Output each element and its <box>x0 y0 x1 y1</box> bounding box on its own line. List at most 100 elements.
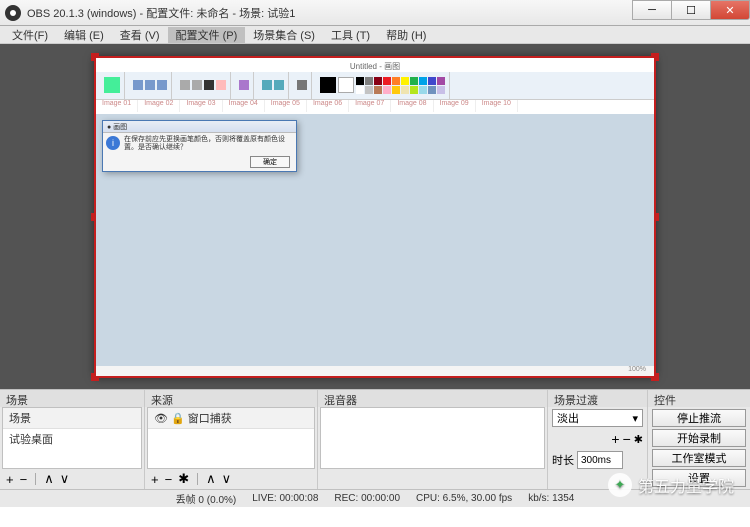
scenes-list[interactable]: 场景 试验桌面 <box>2 407 142 469</box>
scenes-footer: + − ∧ ∨ <box>0 469 144 489</box>
color2-icon <box>338 77 354 93</box>
list-item[interactable]: 试验桌面 <box>3 429 141 449</box>
sources-panel: 来源 👁 🔒 窗口捕获 + − ✱ ∧ ∨ <box>145 390 318 489</box>
sources-header: 来源 <box>145 390 317 407</box>
menu-help[interactable]: 帮助 (H) <box>378 27 434 43</box>
title-bar: OBS 20.1.3 (windows) - 配置文件: 未命名 - 场景: 试… <box>0 0 750 26</box>
status-kbps: kb/s: 1354 <box>528 493 574 504</box>
mixer-body[interactable] <box>320 407 545 469</box>
crop-icon <box>145 80 155 90</box>
stop-stream-button[interactable]: 停止推流 <box>652 409 746 427</box>
add-source-button[interactable]: + <box>151 472 159 487</box>
color-swatch <box>383 86 391 94</box>
scene-down-button[interactable]: ∨ <box>60 471 70 487</box>
color-swatch <box>383 77 391 85</box>
scene-up-button[interactable]: ∧ <box>44 471 54 487</box>
window-title: OBS 20.1.3 (windows) - 配置文件: 未命名 - 场景: 试… <box>27 5 295 21</box>
transitions-header: 场景过渡 <box>548 390 647 407</box>
dialog-text: 在保存前应先更换画笔颜色，否则将覆盖原有颜色设置。是否确认继续？ <box>124 136 293 153</box>
duration-input[interactable]: 300ms <box>577 451 623 469</box>
visibility-icon[interactable]: 👁 <box>154 412 168 425</box>
menu-view[interactable]: 查看 (V) <box>112 27 168 43</box>
duration-label: 时长 <box>552 452 574 468</box>
controls-header: 控件 <box>648 390 750 407</box>
status-dropped: 丢帧 0 (0.0%) <box>176 491 237 506</box>
transition-settings-button[interactable]: ✱ <box>634 433 643 446</box>
transition-value: 淡出 <box>557 410 579 426</box>
color-swatch <box>392 77 400 85</box>
menu-bar: 文件(F) 编辑 (E) 查看 (V) 配置文件 (P) 场景集合 (S) 工具… <box>0 26 750 44</box>
scenes-panel: 场景 场景 试验桌面 + − ∧ ∨ <box>0 390 145 489</box>
source-label: 窗口捕获 <box>188 413 232 425</box>
separator <box>35 473 36 485</box>
eraser-icon <box>216 80 226 90</box>
menu-scene-collection[interactable]: 场景集合 (S) <box>245 27 323 43</box>
select-icon <box>133 80 143 90</box>
color-palette <box>356 77 445 94</box>
color-swatch <box>374 86 382 94</box>
color-swatch <box>437 77 445 85</box>
list-item[interactable]: 场景 <box>3 408 141 429</box>
captured-canvas: ● 画图 i 在保存前应先更换画笔颜色，否则将覆盖原有颜色设置。是否确认继续？ … <box>96 114 654 366</box>
remove-transition-button[interactable]: − <box>623 431 631 447</box>
color-swatch <box>410 86 418 94</box>
studio-mode-button[interactable]: 工作室模式 <box>652 449 746 467</box>
wechat-icon: ✦ <box>608 473 632 497</box>
outline-icon <box>274 80 284 90</box>
source-down-button[interactable]: ∨ <box>222 471 232 487</box>
list-item[interactable]: 👁 🔒 窗口捕获 <box>148 408 314 429</box>
color-swatch <box>419 77 427 85</box>
mixer-header: 混音器 <box>318 390 547 407</box>
chevron-down-icon: ▾ <box>632 412 638 425</box>
color1-icon <box>320 77 336 93</box>
menu-edit[interactable]: 编辑 (E) <box>56 27 112 43</box>
lock-icon[interactable]: 🔒 <box>171 413 185 425</box>
remove-source-button[interactable]: − <box>165 472 173 487</box>
add-transition-button[interactable]: + <box>611 431 619 447</box>
fill-icon <box>192 80 202 90</box>
source-settings-button[interactable]: ✱ <box>178 471 189 487</box>
start-record-button[interactable]: 开始录制 <box>652 429 746 447</box>
sources-list[interactable]: 👁 🔒 窗口捕获 <box>147 407 315 469</box>
add-scene-button[interactable]: + <box>6 472 14 487</box>
color-swatch <box>419 86 427 94</box>
color-swatch <box>365 77 373 85</box>
color-swatch <box>356 86 364 94</box>
text-icon <box>204 80 214 90</box>
captured-window: Untitled - 画图 <box>96 58 654 114</box>
dialog-ok-button: 确定 <box>250 156 290 168</box>
color-swatch <box>365 86 373 94</box>
color-swatch <box>374 77 382 85</box>
color-swatch <box>428 86 436 94</box>
info-icon: i <box>106 136 120 150</box>
close-button[interactable]: ✕ <box>710 0 750 20</box>
color-swatch <box>356 77 364 85</box>
maximize-button[interactable]: ☐ <box>671 0 711 20</box>
watermark-text: 第五力量学院 <box>638 473 734 497</box>
status-rec: REC: 00:00:00 <box>334 493 400 504</box>
preview-area[interactable]: Untitled - 画图 <box>0 44 750 389</box>
captured-status: 100% <box>96 366 654 376</box>
menu-file[interactable]: 文件(F) <box>4 27 56 43</box>
captured-dialog: ● 画图 i 在保存前应先更换画笔颜色，否则将覆盖原有颜色设置。是否确认继续？ … <box>102 120 297 172</box>
source-up-button[interactable]: ∧ <box>206 471 216 487</box>
color-swatch <box>401 77 409 85</box>
captured-tabs: Image 01Image 02Image 03Image 04Image 05… <box>96 100 654 112</box>
mixer-panel: 混音器 <box>318 390 548 489</box>
watermark: ✦ 第五力量学院 <box>608 473 734 497</box>
minimize-button[interactable]: ─ <box>632 0 672 20</box>
remove-scene-button[interactable]: − <box>20 472 28 487</box>
menu-tools[interactable]: 工具 (T) <box>323 27 378 43</box>
menu-profile[interactable]: 配置文件 (P) <box>168 27 246 43</box>
transition-select[interactable]: 淡出 ▾ <box>552 409 643 427</box>
brush-icon <box>239 80 249 90</box>
shapes-icon <box>262 80 272 90</box>
color-swatch <box>410 77 418 85</box>
color-swatch <box>392 86 400 94</box>
paint-ribbon <box>96 72 654 100</box>
color-swatch <box>437 86 445 94</box>
size-icon <box>297 80 307 90</box>
preview-canvas[interactable]: Untitled - 画图 <box>94 56 656 378</box>
app-icon <box>5 5 21 21</box>
paste-icon <box>104 77 120 93</box>
